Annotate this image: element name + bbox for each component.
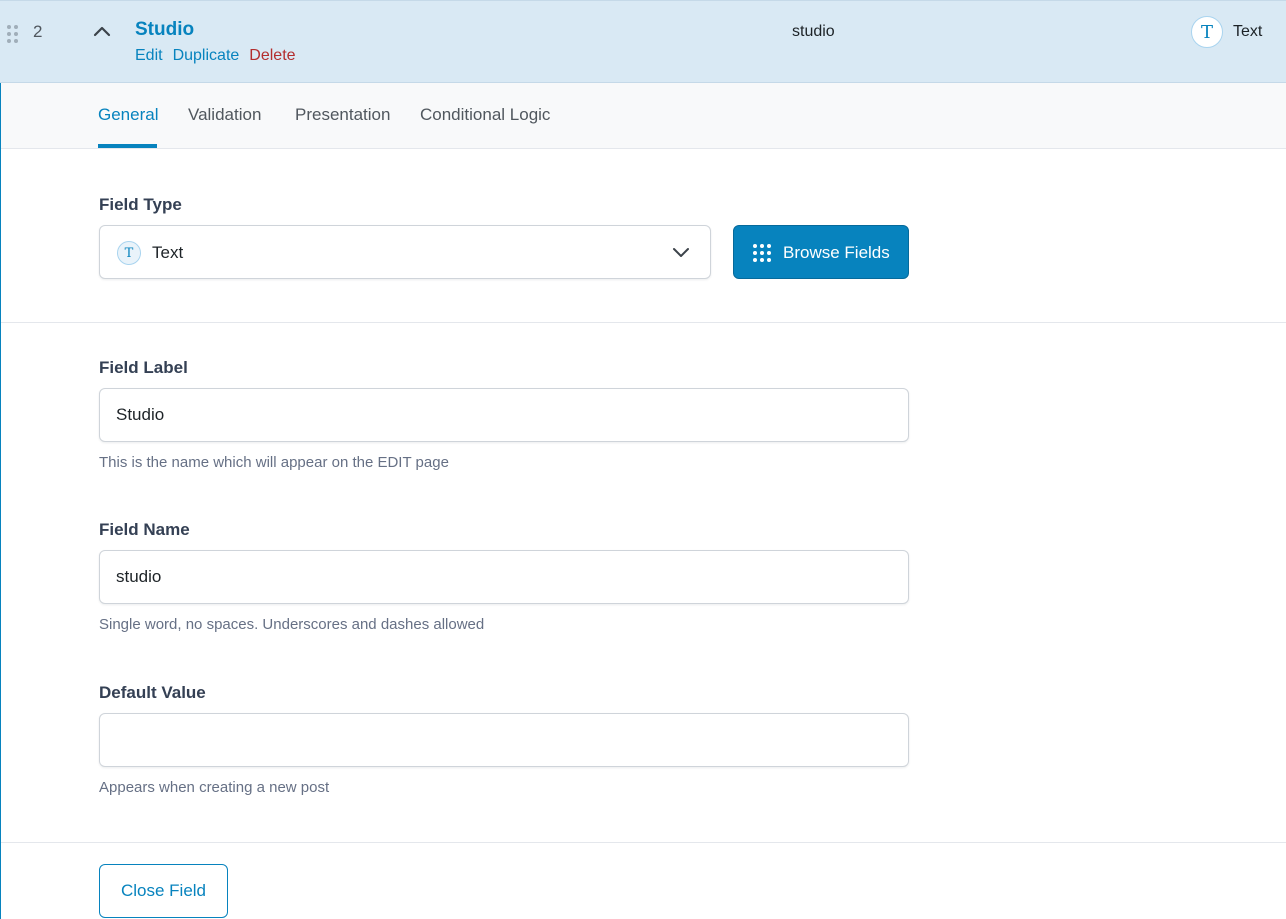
field-settings-panel: General Validation Presentation Conditio… <box>0 83 1286 919</box>
delete-link[interactable]: Delete <box>249 47 295 65</box>
field-type-column: T Text <box>1191 16 1262 48</box>
duplicate-link[interactable]: Duplicate <box>173 47 240 65</box>
close-field-button[interactable]: Close Field <box>99 864 228 918</box>
tab-conditional-logic[interactable]: Conditional Logic <box>420 105 550 125</box>
browse-fields-button[interactable]: Browse Fields <box>733 225 909 279</box>
collapse-button[interactable] <box>91 21 113 41</box>
section-divider <box>1 322 1286 323</box>
field-name-input[interactable] <box>99 550 909 604</box>
active-tab-indicator <box>98 144 157 148</box>
edit-link[interactable]: Edit <box>135 47 163 65</box>
tab-general[interactable]: General <box>98 105 158 125</box>
browse-fields-label: Browse Fields <box>783 243 890 263</box>
default-value-help: Appears when creating a new post <box>99 779 329 796</box>
field-type-label: Text <box>1233 23 1262 41</box>
settings-tab-bar: General Validation Presentation Conditio… <box>1 83 1286 149</box>
field-order-number: 2 <box>33 22 42 42</box>
field-label-heading: Field Label <box>99 358 188 378</box>
default-value-input[interactable] <box>99 713 909 767</box>
field-title[interactable]: Studio <box>135 19 194 41</box>
tab-presentation[interactable]: Presentation <box>295 105 390 125</box>
chevron-down-icon <box>672 245 690 259</box>
section-divider <box>1 842 1286 843</box>
field-type-selected-value: Text <box>152 243 183 263</box>
field-header: 2 Studio Edit Duplicate Delete studio T … <box>0 0 1286 83</box>
default-value-heading: Default Value <box>99 683 206 703</box>
field-label-input[interactable] <box>99 388 909 442</box>
text-type-icon: T <box>1191 16 1223 48</box>
grid-icon <box>753 244 771 262</box>
field-label-help: This is the name which will appear on th… <box>99 454 449 471</box>
drag-handle-icon[interactable] <box>7 25 19 43</box>
field-type-select[interactable]: T Text <box>99 225 711 279</box>
chevron-up-icon <box>91 21 113 41</box>
row-actions: Edit Duplicate Delete <box>135 47 296 65</box>
field-name-column: studio <box>792 23 835 41</box>
field-name-heading: Field Name <box>99 520 190 540</box>
text-type-icon: T <box>117 241 141 265</box>
field-type-heading: Field Type <box>99 195 182 215</box>
field-name-help: Single word, no spaces. Underscores and … <box>99 616 484 633</box>
tab-validation[interactable]: Validation <box>188 105 261 125</box>
